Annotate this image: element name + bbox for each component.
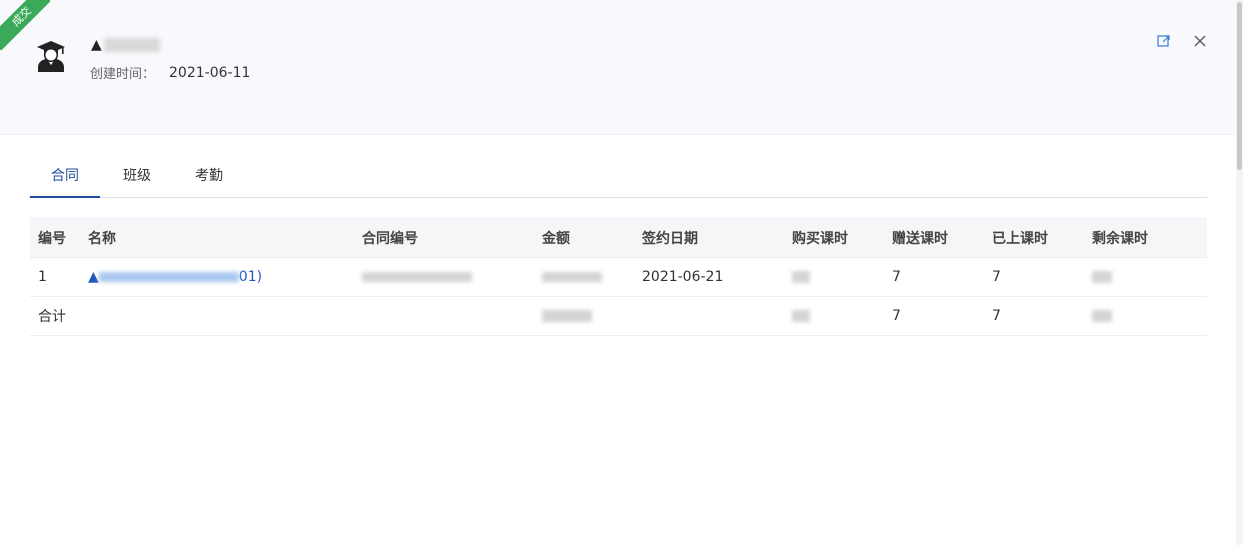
contract-name-prefix: ▲ <box>88 269 99 285</box>
total-amount <box>534 296 634 336</box>
cell-gift-hours: 7 <box>884 257 984 297</box>
total-remaining-redacted <box>1092 310 1112 322</box>
detail-header: 成交 ▲ 创建时间： 2021-06-11 <box>0 0 1236 135</box>
contract-table: 编号 名称 合同编号 金额 签约日期 购买课时 赠送课时 已上课时 剩余课时 1… <box>30 218 1207 336</box>
table-row: 1 ▲ 01) 2021-06-21 7 7 <box>30 257 1207 297</box>
cell-empty <box>80 296 354 336</box>
column-header: 名称 <box>80 218 354 258</box>
column-header: 合同编号 <box>354 218 534 258</box>
cell-used-hours: 7 <box>984 257 1084 297</box>
column-header: 编号 <box>30 218 80 258</box>
column-header: 购买课时 <box>784 218 884 258</box>
cell-contract-name-link[interactable]: ▲ 01) <box>80 257 354 297</box>
total-bought-redacted <box>792 310 810 322</box>
table-total-row: 合计 7 7 <box>30 296 1207 336</box>
vertical-scrollbar[interactable] <box>1236 0 1243 545</box>
amount-redacted <box>542 272 602 282</box>
total-gift-hours: 7 <box>884 296 984 336</box>
cell-sign-date: 2021-06-21 <box>634 257 784 297</box>
tab-class[interactable]: 班级 <box>102 158 172 197</box>
cell-remaining-hours <box>1084 257 1207 297</box>
student-graduate-icon <box>37 41 65 72</box>
student-name: ▲ <box>91 37 160 53</box>
total-amount-redacted <box>542 310 592 322</box>
contract-name-redacted <box>98 272 239 282</box>
close-icon[interactable] <box>1192 33 1208 49</box>
bought-hours-redacted <box>792 271 810 283</box>
contract-no-redacted <box>362 272 472 282</box>
column-header: 已上课时 <box>984 218 1084 258</box>
remaining-hours-redacted <box>1092 271 1112 283</box>
cell-id: 1 <box>30 257 80 297</box>
total-used-hours: 7 <box>984 296 1084 336</box>
cell-amount <box>534 257 634 297</box>
tab-contract[interactable]: 合同 <box>30 158 100 198</box>
total-bought-hours <box>784 296 884 336</box>
column-header: 赠送课时 <box>884 218 984 258</box>
open-external-icon[interactable] <box>1156 33 1172 49</box>
tab-attendance[interactable]: 考勤 <box>174 158 244 197</box>
student-name-prefix: ▲ <box>91 37 102 53</box>
table-header-row: 编号 名称 合同编号 金额 签约日期 购买课时 赠送课时 已上课时 剩余课时 <box>30 218 1207 258</box>
scrollbar-thumb[interactable] <box>1237 2 1242 170</box>
column-header: 签约日期 <box>634 218 784 258</box>
cell-empty <box>634 296 784 336</box>
created-time-value: 2021-06-11 <box>169 64 251 81</box>
tab-bar: 合同 班级 考勤 <box>30 158 1207 198</box>
total-remaining-hours <box>1084 296 1207 336</box>
cell-contract-no <box>354 257 534 297</box>
created-time: 创建时间： 2021-06-11 <box>90 63 251 83</box>
cell-empty <box>354 296 534 336</box>
created-time-label: 创建时间： <box>90 67 156 82</box>
student-name-redacted <box>103 38 160 52</box>
column-header: 金额 <box>534 218 634 258</box>
cell-bought-hours <box>784 257 884 297</box>
contract-name-suffix: 01) <box>238 269 263 285</box>
column-header: 剩余课时 <box>1084 218 1207 258</box>
total-label: 合计 <box>30 296 80 336</box>
